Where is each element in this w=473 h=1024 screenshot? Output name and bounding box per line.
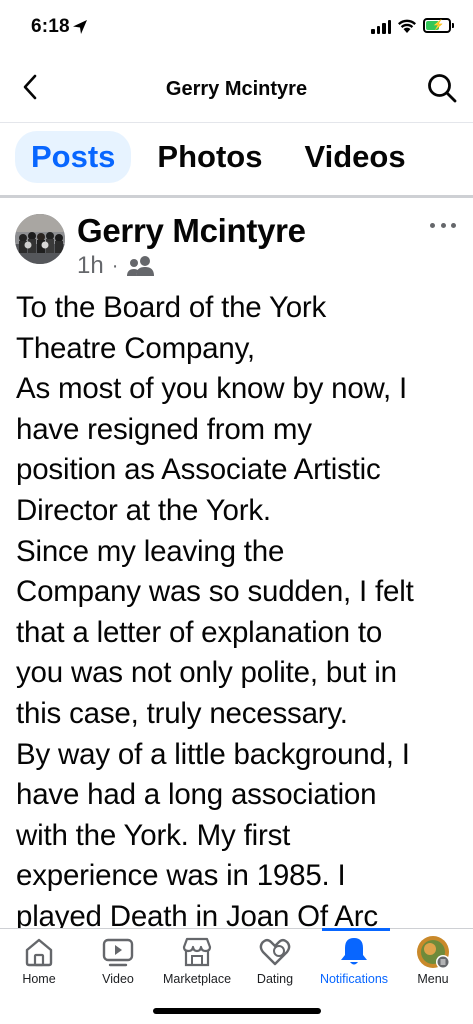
- post-text-line: that a letter of explanation to: [16, 615, 383, 649]
- post-body: To the Board of the York Theatre Company…: [16, 288, 461, 930]
- post-text-line: with the York. My first: [16, 818, 291, 852]
- tabs-divider: [0, 195, 473, 198]
- more-dot-icon: [451, 222, 456, 228]
- nav-notifications-label: Notifications: [319, 972, 389, 986]
- bell-icon: [341, 938, 367, 965]
- post-text-line: By way of a little background, I: [16, 737, 410, 771]
- nav-dating-label: Dating: [256, 972, 294, 986]
- nav-home-label: Home: [22, 972, 56, 986]
- post-author[interactable]: Gerry Mcintyre: [77, 212, 306, 250]
- nav-notifications[interactable]: Notifications: [309, 935, 399, 986]
- tab-photos[interactable]: Photos: [141, 131, 278, 183]
- avatar[interactable]: [15, 214, 65, 264]
- meta-separator: ·: [111, 254, 119, 277]
- dating-icon: [259, 938, 291, 966]
- tab-posts[interactable]: Posts: [15, 131, 132, 183]
- status-time: 6:18: [31, 16, 70, 37]
- nav-menu[interactable]: Menu: [388, 935, 473, 986]
- more-dot-icon: [430, 222, 435, 228]
- nav-video-label: Video: [102, 972, 134, 986]
- nav-dating[interactable]: Dating: [230, 935, 320, 986]
- nav-video[interactable]: Video: [73, 935, 163, 986]
- marketplace-icon: [182, 937, 212, 967]
- profile-menu-icon: [417, 936, 450, 969]
- post-meta: 1h ·: [77, 252, 156, 280]
- profile-header: Gerry Mcintyre: [0, 56, 473, 122]
- video-icon: [102, 938, 134, 967]
- post-text-line: this case, truly necessary.: [16, 696, 348, 730]
- post-text-line: you was not only polite, but in: [16, 656, 397, 690]
- post-text-line: experience was in 1985. I: [16, 859, 346, 893]
- battery-cap: [452, 23, 454, 28]
- group-photo-avatar-icon: [15, 214, 65, 264]
- cellular-signal-icon: [371, 20, 391, 34]
- nav-marketplace-label: Marketplace: [162, 972, 232, 986]
- friends-icon: [127, 256, 155, 276]
- home-icon: [25, 938, 53, 967]
- wifi-icon: [398, 19, 416, 33]
- profile-tabs: Posts Photos Videos: [15, 131, 422, 183]
- nav-menu-label: Menu: [417, 972, 449, 986]
- post-text-line: position as Associate Artistic: [16, 453, 381, 487]
- active-tab-indicator: [322, 928, 390, 931]
- post-text-line: Theatre Company,: [16, 331, 255, 365]
- post-text-line: To the Board of the York: [16, 291, 327, 324]
- more-options-button[interactable]: [430, 220, 456, 230]
- home-indicator: [153, 1008, 321, 1014]
- post-text-line: Since my leaving the: [16, 534, 285, 568]
- post-text-line: Company was so sudden, I felt: [16, 575, 414, 609]
- tab-videos[interactable]: Videos: [288, 131, 421, 183]
- page-title: Gerry Mcintyre: [165, 78, 308, 100]
- post-time[interactable]: 1h: [77, 252, 104, 280]
- search-icon[interactable]: [426, 72, 458, 104]
- post-text-line: played Death in Joan Of Arc: [16, 899, 378, 930]
- post-text-line: Director at the York.: [16, 493, 271, 527]
- more-dot-icon: [440, 222, 446, 228]
- location-arrow-icon: [73, 20, 87, 34]
- nav-home[interactable]: Home: [0, 935, 84, 986]
- post-text-line: have had a long association: [16, 778, 377, 812]
- post-text-line: As most of you know by now, I: [16, 372, 407, 406]
- header-divider: [0, 122, 473, 123]
- post-header: Gerry Mcintyre 1h ·: [15, 210, 458, 280]
- battery-icon: ⚡: [423, 18, 451, 33]
- status-bar: 6:18 ⚡: [0, 0, 473, 56]
- post-text-line: have resigned from my: [16, 412, 312, 446]
- nav-marketplace[interactable]: Marketplace: [152, 935, 242, 986]
